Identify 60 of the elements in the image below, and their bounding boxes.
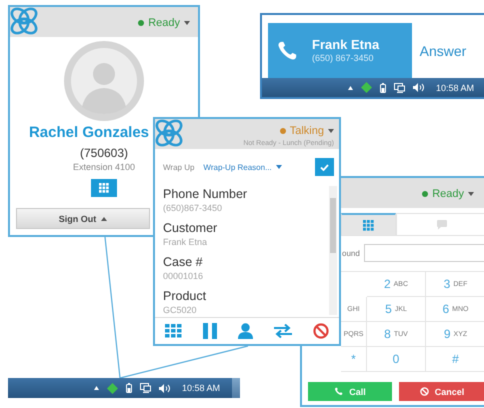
network-icon[interactable]	[394, 82, 405, 92]
field-value: (650)867-3450	[163, 202, 224, 214]
check-icon	[320, 164, 329, 170]
wrap-up-label: Wrap Up	[163, 162, 194, 172]
tab[interactable]	[341, 213, 396, 236]
caller-number: (650) 867-3450	[312, 52, 375, 64]
field-label: Customer	[163, 221, 218, 236]
prohibited-icon	[420, 387, 429, 396]
battery-icon[interactable]	[126, 383, 132, 393]
caret-icon	[101, 216, 108, 220]
cancel-button[interactable]: Cancel	[399, 382, 484, 401]
clock-time[interactable]: 10:58 AM	[182, 383, 220, 393]
status-label[interactable]: Ready	[148, 17, 180, 29]
caret-icon	[276, 165, 282, 169]
status-dot	[422, 191, 428, 197]
dialpad-icon	[99, 183, 109, 193]
dialpad-icon	[363, 220, 374, 230]
agent-name: Rachel Gonzales	[28, 124, 150, 142]
pause-icon[interactable]	[203, 323, 218, 339]
battery-icon[interactable]	[380, 82, 386, 92]
call-button[interactable]: Call	[308, 382, 392, 401]
caret-icon	[468, 192, 474, 196]
confirm-button[interactable]	[315, 158, 334, 176]
field-label: Phone Number	[163, 187, 248, 202]
caller-name: Frank Etna	[312, 37, 380, 52]
phone-icon	[276, 40, 298, 62]
field-label: Product	[163, 289, 208, 304]
show-desktop-button[interactable]	[232, 378, 240, 398]
sign-out-button[interactable]: Sign Out	[16, 208, 150, 229]
scrollbar[interactable]	[329, 186, 337, 315]
clock-time[interactable]: 10:58 AM	[436, 82, 474, 92]
field-value: GC5020	[163, 304, 198, 316]
person-icon[interactable]	[238, 323, 253, 339]
caret-icon[interactable]	[94, 386, 99, 390]
avatar-icon	[64, 41, 144, 121]
keypad-key[interactable]: 0	[367, 347, 426, 372]
network-icon[interactable]	[140, 383, 151, 393]
status-dot	[280, 128, 286, 134]
caret-icon[interactable]	[348, 86, 353, 90]
wrap-up-dropdown[interactable]: Wrap-Up Reason...	[203, 162, 282, 172]
caret-icon	[328, 129, 334, 133]
keypad-key[interactable]: *	[341, 347, 367, 372]
field-label: Case #	[163, 255, 204, 270]
agent-id: (750603)	[80, 146, 128, 160]
transfer-icon[interactable]	[274, 324, 292, 338]
chat-icon	[436, 219, 448, 230]
speaker-icon[interactable]	[412, 83, 424, 92]
field-value: 00001016	[163, 270, 204, 282]
dialpad-icon[interactable]	[165, 324, 182, 338]
caret-icon	[184, 21, 190, 25]
answer-button[interactable]: Answer	[420, 42, 476, 58]
field-label: ound	[342, 248, 360, 258]
status-dot	[138, 20, 144, 26]
dialpad-button[interactable]	[91, 179, 117, 197]
phone-icon	[334, 387, 344, 396]
extension-label: Extension 4100	[72, 162, 136, 173]
prohibited-icon[interactable]	[312, 323, 329, 339]
status-label[interactable]: Ready	[432, 188, 464, 200]
field-value: Frank Etna	[163, 236, 208, 248]
speaker-icon[interactable]	[158, 384, 170, 392]
